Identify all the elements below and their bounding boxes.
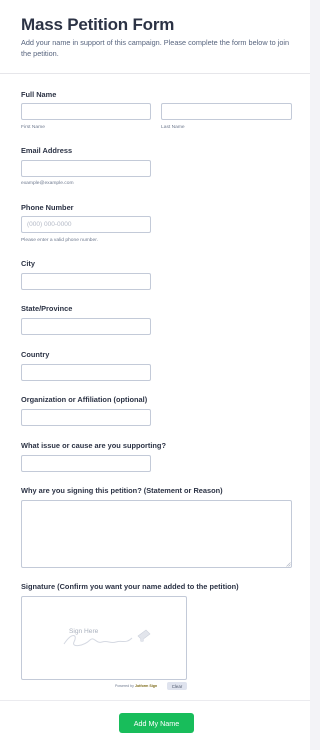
country-label: Country	[21, 350, 50, 359]
issue-input[interactable]	[21, 455, 151, 472]
email-sublabel: example@example.com	[21, 181, 74, 186]
city-input[interactable]	[21, 273, 151, 290]
page-title: Mass Petition Form	[21, 15, 175, 34]
phone-label: Phone Number	[21, 203, 74, 212]
reason-textarea[interactable]	[21, 500, 292, 568]
state-input[interactable]	[21, 318, 151, 335]
email-input[interactable]	[21, 160, 151, 177]
resize-grip-icon[interactable]	[286, 562, 291, 567]
first-name-input[interactable]	[21, 103, 151, 120]
phone-input[interactable]	[21, 216, 151, 233]
organization-label: Organization or Affiliation (optional)	[21, 395, 148, 404]
phone-sublabel: Please enter a valid phone number.	[21, 238, 98, 243]
issue-label: What issue or cause are you supporting?	[21, 441, 166, 450]
powered-by-brand: Jotform Sign	[134, 684, 158, 688]
state-label: State/Province	[21, 304, 73, 313]
footer-divider	[0, 700, 310, 701]
city-label: City	[21, 259, 35, 268]
country-input[interactable]	[21, 364, 151, 381]
signature-label: Signature (Confirm you want your name ad…	[21, 582, 239, 591]
submit-button[interactable]: Add My Name	[119, 713, 194, 733]
page-subtitle: Add your name in support of this campaig…	[21, 38, 290, 58]
organization-input[interactable]	[21, 409, 151, 426]
first-name-sublabel: First Name	[21, 125, 45, 130]
powered-by-prefix: Powered by	[115, 684, 134, 688]
reason-label: Why are you signing this petition? (Stat…	[21, 486, 223, 495]
last-name-sublabel: Last Name	[161, 125, 185, 130]
sign-here-placeholder: Sign Here	[69, 628, 99, 635]
full-name-label: Full Name	[21, 90, 57, 99]
form-card: Mass Petition Form Add your name in supp…	[0, 0, 310, 750]
form-header: Mass Petition Form Add your name in supp…	[0, 0, 310, 74]
email-label: Email Address	[21, 146, 73, 155]
clear-signature-button[interactable]: Clear	[167, 682, 187, 690]
last-name-input[interactable]	[161, 103, 292, 120]
powered-by: Powered by Jotform Sign	[115, 684, 157, 688]
